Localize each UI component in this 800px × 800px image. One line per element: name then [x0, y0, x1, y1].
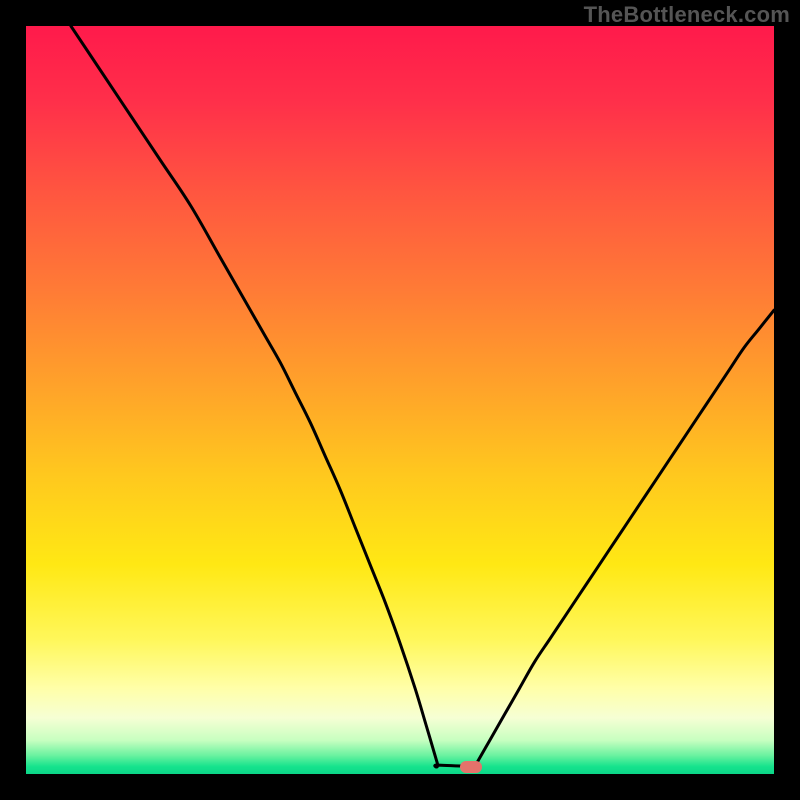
plot-svg [26, 26, 774, 774]
chart-frame: TheBottleneck.com [0, 0, 800, 800]
optimal-marker [460, 761, 482, 773]
plot-area [26, 26, 774, 774]
watermark-text: TheBottleneck.com [584, 2, 790, 28]
gradient-background [26, 26, 774, 774]
